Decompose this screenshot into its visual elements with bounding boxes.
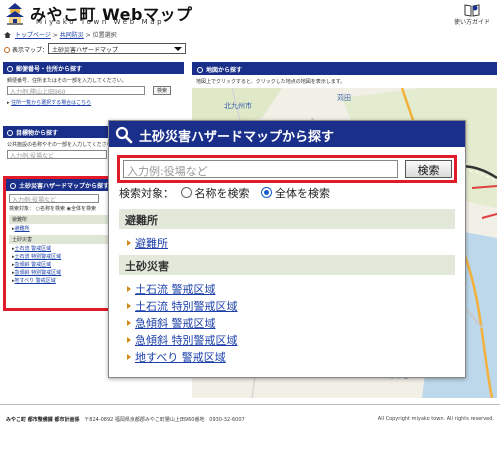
popup-group-shelter: 避難所 (119, 209, 455, 229)
footer-divider (0, 404, 500, 405)
address-input[interactable]: 入力例:勝山上田960 (7, 86, 145, 96)
search-icon (7, 66, 13, 72)
hazard-item-small-link[interactable]: 急傾斜 警戒区域 (15, 262, 52, 268)
help-guide-button[interactable]: 使い方ガイド (447, 2, 497, 28)
radio-name-small-label: 名称を検索 (39, 206, 65, 212)
landmark-input[interactable]: 入力例:役場など (7, 150, 107, 160)
hazard-item-small-link[interactable]: 避難所 (15, 226, 30, 232)
popup-item-link[interactable]: 急傾斜 警戒区域 (135, 317, 216, 330)
landmark-input-placeholder: 入力例:役場など (10, 153, 55, 160)
popup-item-link[interactable]: 避難所 (135, 237, 168, 250)
map-panel-title: 地図から探す (206, 67, 243, 74)
breadcrumb-bousai[interactable]: 共同防災 (60, 32, 84, 39)
popup-item-shelter[interactable]: 避難所 (127, 235, 168, 251)
popup-item-link[interactable]: 土石流 特別警戒区域 (135, 300, 238, 313)
footer-address: 〒824-0892 福岡県京都郡みやこ町勝山上田960番地 (84, 417, 205, 423)
panel-address-body: 郵便番号、住所またはその一部を入力してください。 入力例:勝山上田960 検索 … (3, 74, 184, 109)
popup-item-landslide[interactable]: 土石流 特別警戒区域 (127, 298, 238, 314)
hazard-item-small-link[interactable]: 急傾斜 特別警戒区域 (15, 270, 62, 276)
bullet-icon (127, 320, 131, 326)
panel-landmark-title: 目標物から探す (16, 130, 59, 137)
panel-address-desc: 郵便番号、住所またはその一部を入力してください。 (7, 78, 127, 84)
hazard-radio-label-small: 検索対象： (9, 206, 35, 212)
map-panel-header: 地図から探す (192, 62, 497, 75)
popup-item-link[interactable]: 急傾斜 特別警戒区域 (135, 334, 238, 347)
popup-item-landslide[interactable]: 急傾斜 特別警戒区域 (127, 332, 238, 348)
popup-item-landslide[interactable]: 土石流 警戒区域 (127, 281, 216, 297)
map-select-value: 土砂災害ハザードマップ (52, 47, 119, 54)
popup-item-link[interactable]: 地すべり 警戒区域 (135, 351, 226, 364)
hazard-item-small-link[interactable]: 土石流 警戒区域 (15, 246, 52, 252)
popup-item-landslide[interactable]: 地すべり 警戒区域 (127, 349, 226, 365)
popup-radio-label: 検索対象： (119, 187, 174, 200)
panel-address-form: 入力例:勝山上田960 検索 (7, 86, 180, 97)
map-panel-desc: 地図上でクリックすると、クリックした地点の地図を表示します。 (196, 79, 346, 85)
popup-header: 土砂災害ハザードマップから探す (109, 121, 465, 147)
panel-address-search: 郵便番号・住所から探す 郵便番号、住所またはその一部を入力してください。 入力例… (3, 62, 184, 118)
search-icon (115, 126, 133, 144)
hazard-search-popup: 土砂災害ハザードマップから探す 入力例:役場など 検索 検索対象： 名称を検索 … (108, 120, 466, 378)
popup-radio-row: 検索対象： 名称を検索 全体を検索 (119, 185, 330, 201)
breadcrumb-top[interactable]: トップページ (15, 32, 51, 39)
site-subtitle: Miyako Town Web Map (36, 18, 165, 26)
bullet-icon (127, 240, 131, 246)
bullet-icon (127, 354, 131, 360)
hazard-item-small-link[interactable]: 地すべり 警戒区域 (15, 278, 56, 284)
address-input-placeholder: 入力例:勝山上田960 (10, 89, 66, 96)
castle-logo-icon (6, 3, 24, 25)
address-list-link[interactable]: 住所一覧から選択する場合はこちら (11, 100, 91, 106)
search-icon (197, 67, 203, 73)
map-select-label-wrap: 表示マップ： (4, 45, 48, 54)
hazard-item-small-link[interactable]: 土石流 特別警戒区域 (15, 254, 62, 260)
radio-search-name[interactable] (180, 187, 192, 198)
footer-org: みやこ町 都市整備課 都市計画係 (6, 417, 80, 423)
map-select-label: 表示マップ： (12, 47, 49, 54)
popup-search-button[interactable]: 検索 (405, 160, 452, 178)
hazard-input-small[interactable]: 入力例:役場など (9, 194, 99, 204)
search-icon (7, 130, 13, 136)
help-guide-label: 使い方ガイド (453, 19, 490, 26)
panel-address-header: 郵便番号・住所から探す (3, 62, 184, 74)
footer-copyright: All Copyright miyako town. All rights re… (377, 416, 494, 422)
help-book-icon (464, 4, 480, 17)
breadcrumb-current: 位置選択 (92, 32, 117, 39)
map-label-kanda: 苅田 (337, 93, 351, 102)
radio-search-name-label[interactable]: 名称を検索 (195, 187, 250, 200)
popup-title: 土砂災害ハザードマップから探す (139, 130, 335, 145)
panel-address-title: 郵便番号・住所から探す (16, 66, 83, 73)
map-label-kitakyushu: 北九州市 (224, 101, 252, 110)
breadcrumb-separator: > (52, 32, 58, 39)
panel-address-link-row: ▸ 住所一覧から選択する場合はこちら (7, 100, 92, 106)
refresh-icon (4, 47, 10, 53)
home-icon (4, 32, 11, 38)
breadcrumb-separator: > (85, 32, 91, 39)
hazard-input-small-placeholder: 入力例:役場など (12, 197, 57, 204)
chevron-down-icon (174, 47, 182, 51)
footer: みやこ町 都市整備課 都市計画係 〒824-0892 福岡県京都郡みやこ町勝山上… (0, 416, 500, 428)
search-icon (10, 183, 16, 189)
radio-all-small[interactable]: ◉全体を検索 (67, 206, 96, 212)
map-select-dropdown[interactable]: 土砂災害ハザードマップ (48, 43, 186, 54)
popup-search-placeholder: 入力例:役場など (127, 165, 208, 178)
page: みやこ町 Webマップ Miyako Town Web Map 使い方ガイド ト… (0, 0, 500, 450)
popup-item-landslide[interactable]: 急傾斜 警戒区域 (127, 315, 216, 331)
radio-search-all-label[interactable]: 全体を検索 (275, 187, 330, 200)
radio-search-all[interactable] (261, 187, 272, 198)
radio-all-small-label: 全体を検索 (70, 206, 96, 212)
panel-hazard-title: 土砂災害ハザードマップから探す (19, 183, 110, 190)
breadcrumb: トップページ > 共同防災 > 位置選択 (0, 30, 500, 42)
radio-name-small[interactable]: ○名称を検索 (36, 206, 65, 212)
popup-search-input[interactable]: 入力例:役場など (123, 160, 398, 178)
address-search-button[interactable]: 検索 (153, 86, 172, 95)
popup-search-frame: 入力例:役場など 検索 (117, 155, 457, 183)
footer-phone: 0930-32-6007 (209, 417, 245, 423)
popup-item-link[interactable]: 土石流 警戒区域 (135, 283, 216, 296)
bullet-icon (127, 337, 131, 343)
bullet-icon (127, 286, 131, 292)
popup-group-landslide: 土砂災害 (119, 255, 455, 275)
bullet-icon (127, 303, 131, 309)
header: みやこ町 Webマップ Miyako Town Web Map 使い方ガイド (0, 0, 500, 28)
